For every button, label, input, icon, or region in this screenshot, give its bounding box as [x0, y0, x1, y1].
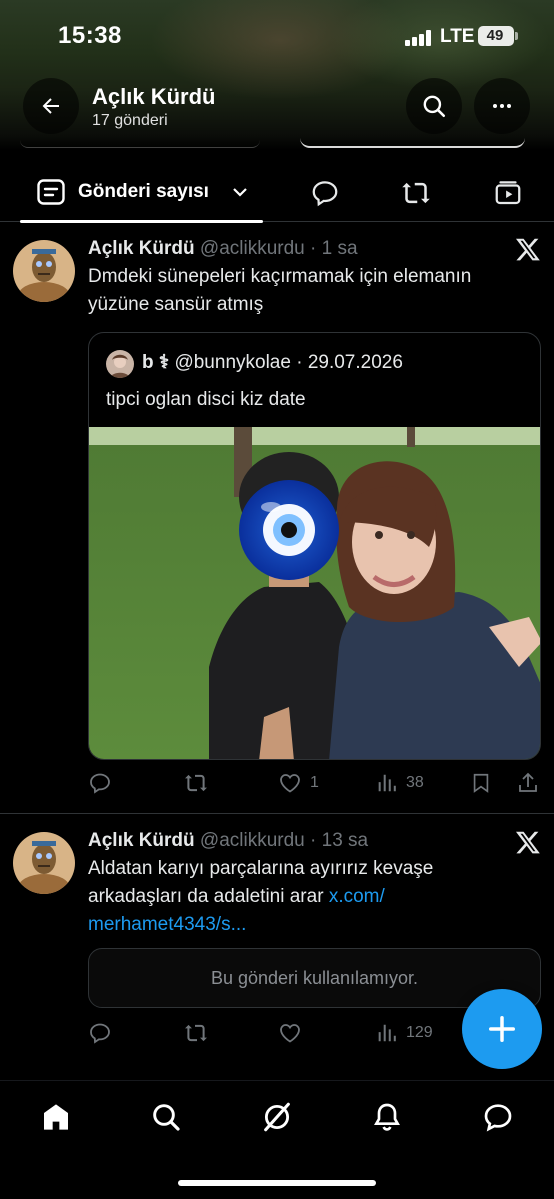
repost-button[interactable]: [183, 768, 209, 798]
reply-icon: [90, 773, 110, 794]
views-count: 129: [406, 1024, 433, 1041]
quote-header: b ⚕ @bunnykolae · 29.07.2026: [142, 352, 403, 373]
like-count: 1: [310, 774, 319, 791]
x-logo-icon: [515, 238, 540, 261]
tab-media[interactable]: [492, 177, 524, 209]
status-time: 15:38: [58, 22, 122, 49]
profile-header: Açlık Kürdü 17 gönderi: [0, 78, 554, 138]
heart-icon: [280, 774, 300, 793]
chevron-down-icon: [233, 188, 247, 197]
views-icon: [378, 774, 396, 792]
video-icon: [495, 181, 521, 205]
grok-icon: [264, 1102, 290, 1132]
avatar[interactable]: [13, 240, 75, 302]
battery-icon: 49: [478, 26, 514, 46]
search-icon: [423, 95, 446, 118]
arrow-left-icon: [42, 98, 59, 114]
quoted-post[interactable]: b ⚕ @bunnykolae · 29.07.2026 tipci oglan…: [88, 332, 541, 760]
quote-author-handle: @bunnykolae: [174, 352, 291, 373]
chat-icon: [484, 1104, 512, 1132]
bookmark-icon: [473, 773, 489, 793]
views-button[interactable]: 129: [376, 1018, 433, 1048]
unavailable-quote: Bu gönderi kullanılamıyor.: [88, 948, 541, 1008]
network-label: LTE: [440, 26, 475, 47]
bell-icon: [374, 1103, 400, 1131]
post-time: 1 sa: [321, 238, 358, 259]
nav-notifications[interactable]: [367, 1097, 407, 1137]
nav-home[interactable]: [36, 1097, 76, 1137]
heart-icon: [280, 1024, 300, 1043]
nav-search[interactable]: [146, 1097, 186, 1137]
more-button[interactable]: [474, 78, 530, 134]
post-list-icon: [37, 179, 65, 205]
author-name[interactable]: Açlık Kürdü: [88, 830, 195, 851]
back-button[interactable]: [23, 78, 79, 134]
post-link[interactable]: x.com/: [329, 886, 385, 907]
post-time: 13 sa: [321, 830, 369, 851]
author-name[interactable]: Açlık Kürdü: [88, 238, 195, 259]
quote-date: 29.07.2026: [307, 352, 403, 373]
reply-icon: [90, 1023, 110, 1044]
views-count: 38: [406, 774, 424, 791]
quote-avatar[interactable]: [106, 350, 134, 378]
nav-grok[interactable]: [257, 1097, 297, 1137]
battery-level: 49: [486, 27, 504, 44]
repost-icon: [185, 774, 207, 792]
quote-author-name: b ⚕: [142, 352, 170, 373]
signal-icon: [405, 30, 433, 46]
repost-icon: [185, 1024, 207, 1042]
x-logo-icon: [515, 831, 540, 854]
header-title-block: Açlık Kürdü 17 gönderi: [92, 84, 215, 130]
like-button[interactable]: 1: [278, 768, 319, 798]
nav-messages[interactable]: [478, 1097, 518, 1137]
share-button[interactable]: [516, 768, 540, 798]
post-header: Açlık Kürdü @aclikkurdu · 1 sa: [88, 238, 358, 259]
tab-post-count[interactable]: Gönderi sayısı: [20, 160, 263, 223]
repost-button[interactable]: [183, 1018, 209, 1048]
reply-button[interactable]: [88, 1018, 112, 1048]
avatar[interactable]: [13, 832, 75, 894]
views-button[interactable]: 38: [376, 768, 424, 798]
tab-label: Gönderi sayısı: [78, 181, 209, 202]
post-image[interactable]: [89, 427, 540, 759]
post-actions: 1 38: [88, 768, 543, 798]
tab-replies[interactable]: [309, 177, 341, 209]
author-handle[interactable]: @aclikkurdu: [200, 238, 305, 259]
home-icon: [44, 1104, 68, 1130]
author-handle[interactable]: @aclikkurdu: [200, 830, 305, 851]
post-text: Dmdeki sünepeleri kaçırmamak için eleman…: [88, 266, 472, 315]
like-button[interactable]: [278, 1018, 302, 1048]
search-icon: [153, 1104, 180, 1131]
bookmark-button[interactable]: [470, 768, 492, 798]
post-link-continued[interactable]: merhamet4343/s...: [88, 914, 246, 935]
bubble-icon: [312, 181, 338, 207]
post-header: Açlık Kürdü @aclikkurdu · 13 sa: [88, 830, 369, 851]
divider: [0, 813, 554, 814]
repost-icon: [402, 182, 430, 204]
home-indicator: [178, 1180, 376, 1186]
plus-icon: [489, 1016, 515, 1042]
reply-button[interactable]: [88, 768, 112, 798]
tab-reposts[interactable]: [400, 177, 432, 209]
post-text: Aldatan karıyı parçalarına ayırırız keva…: [88, 858, 434, 935]
profile-tabs: Gönderi sayısı: [0, 160, 554, 223]
post-count: 17 gönderi: [92, 112, 168, 129]
views-icon: [378, 1024, 396, 1042]
quote-text: tipci oglan disci kiz date: [106, 389, 306, 410]
status-bar: 15:38 LTE 49: [0, 0, 554, 70]
share-icon: [519, 772, 537, 792]
page-title: Açlık Kürdü: [92, 84, 216, 109]
search-button[interactable]: [406, 78, 462, 134]
more-icon: [493, 104, 511, 108]
compose-button[interactable]: [462, 989, 542, 1069]
